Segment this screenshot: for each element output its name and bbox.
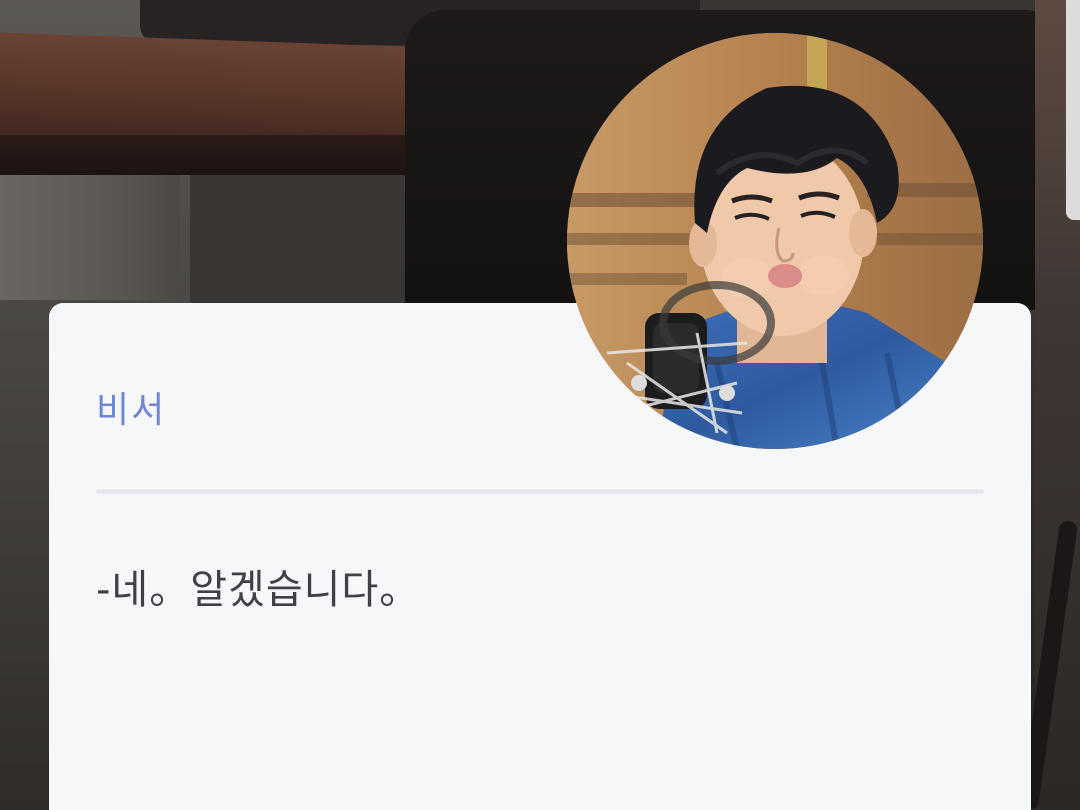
divider — [96, 489, 984, 494]
speaker-name: 비서 — [96, 390, 167, 431]
scroll-indicator — [1066, 0, 1080, 220]
dialog-message: -네。알겠습니다。 — [96, 567, 421, 613]
character-portrait-icon — [567, 33, 983, 449]
background-table-edge — [0, 135, 430, 175]
visual-novel-screen[interactable]: 비서 -네。알겠습니다。 — [0, 0, 1080, 810]
